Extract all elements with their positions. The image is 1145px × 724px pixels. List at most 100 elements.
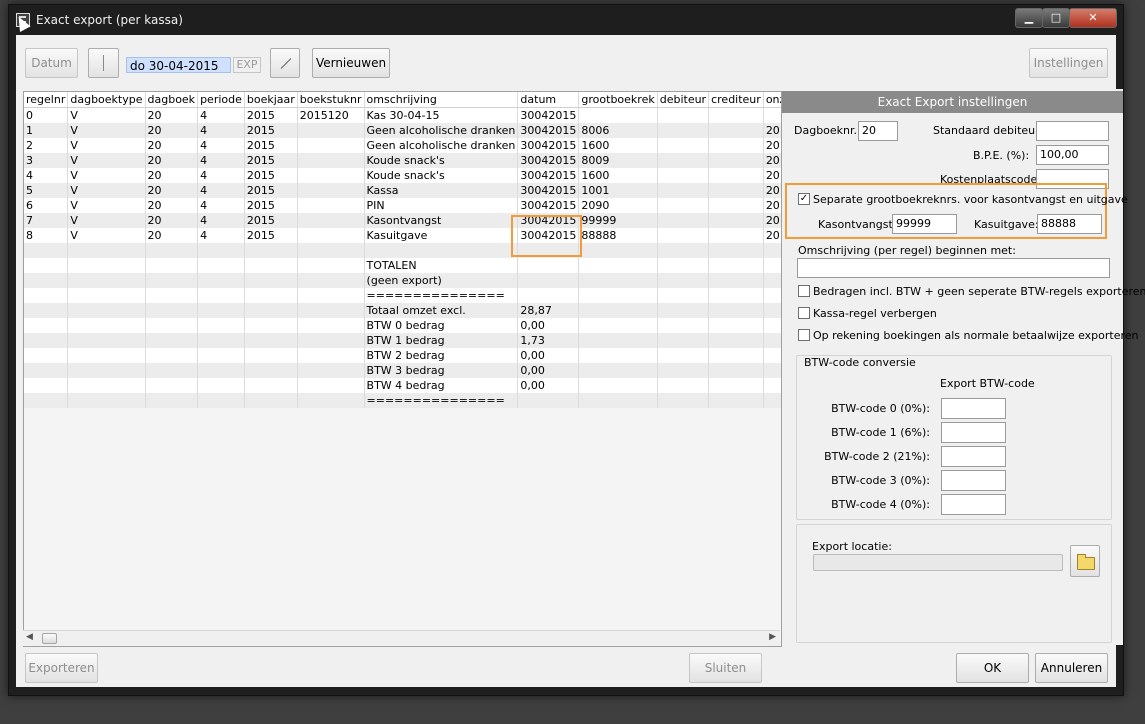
- opt3-checkbox[interactable]: [798, 329, 810, 341]
- table-cell[interactable]: [145, 273, 199, 288]
- table-cell[interactable]: [297, 318, 365, 333]
- table-cell[interactable]: 2015120: [763, 183, 781, 198]
- minimize-button[interactable]: ▁: [1015, 8, 1043, 28]
- table-cell[interactable]: 2: [24, 138, 69, 153]
- column-header-onzeref[interactable]: onzeref: [763, 92, 781, 108]
- table-cell[interactable]: V: [67, 183, 146, 198]
- table-cell[interactable]: [578, 333, 658, 348]
- table-cell[interactable]: [763, 363, 781, 378]
- table-cell[interactable]: 2015: [244, 213, 298, 228]
- table-cell[interactable]: 1600: [578, 138, 658, 153]
- table-cell[interactable]: [24, 273, 69, 288]
- column-header-periode[interactable]: periode: [197, 92, 245, 108]
- table-cell[interactable]: [708, 243, 764, 258]
- table-cell[interactable]: [244, 363, 298, 378]
- table-row[interactable]: 0 V 20 4 2015 2015120 Kas 30-04-15 30042015: [24, 107, 781, 123]
- table-cell[interactable]: [297, 198, 365, 213]
- kasontvangst-input[interactable]: 99999: [892, 214, 957, 234]
- table-row[interactable]: 4V2042015Koude snack's300420151600201512…: [24, 168, 781, 183]
- table-cell[interactable]: [578, 303, 658, 318]
- table-cell[interactable]: [364, 243, 519, 258]
- table-cell[interactable]: [145, 333, 199, 348]
- table-cell[interactable]: 1,73: [517, 333, 580, 348]
- table-row[interactable]: 3V2042015 Koude snack's300420158009 201512…: [24, 153, 781, 168]
- table-row[interactable]: 8V2042015Kasuitgave30042015888882015120+…: [24, 228, 781, 243]
- cancel-button[interactable]: Annuleren: [1035, 653, 1108, 683]
- dagboeknr-input[interactable]: 20: [858, 121, 898, 141]
- table-cell[interactable]: 20: [145, 138, 199, 153]
- table-cell[interactable]: [67, 393, 146, 408]
- table-cell[interactable]: [197, 333, 245, 348]
- table-cell[interactable]: BTW 4 bedrag: [364, 378, 519, 393]
- table-cell[interactable]: 2015: [244, 107, 298, 123]
- table-cell[interactable]: [297, 273, 365, 288]
- scroll-left-icon[interactable]: ◀: [26, 632, 33, 642]
- export-location-field[interactable]: [813, 554, 1063, 571]
- table-cell[interactable]: [297, 138, 365, 153]
- column-header-regelnr[interactable]: regelnr: [24, 92, 69, 108]
- table-cell[interactable]: [578, 318, 658, 333]
- table-cell[interactable]: [708, 273, 764, 288]
- table-cell[interactable]: [708, 168, 764, 183]
- date-picker-button[interactable]: [88, 48, 119, 78]
- table-cell[interactable]: 30042015: [517, 168, 580, 183]
- table-cell[interactable]: [197, 243, 245, 258]
- table-cell[interactable]: 0,00: [517, 318, 580, 333]
- table-cell[interactable]: [708, 138, 764, 153]
- close-window-button[interactable]: ✕: [1069, 8, 1117, 28]
- table-row[interactable]: 5V2042015Kassa3004201510012015120+34.25: [24, 183, 781, 198]
- table-cell[interactable]: BTW 2 bedrag: [364, 348, 519, 363]
- table-cell[interactable]: [657, 378, 710, 393]
- table-row[interactable]: BTW 3 bedrag 0,00: [24, 363, 781, 378]
- table-cell[interactable]: 0: [24, 107, 69, 123]
- table-cell[interactable]: 2090: [578, 198, 658, 213]
- table-cell[interactable]: 2015120: [763, 153, 781, 168]
- table-cell[interactable]: Kassa: [364, 183, 519, 198]
- table-cell[interactable]: [67, 363, 146, 378]
- table-cell[interactable]: [24, 393, 69, 408]
- table-cell[interactable]: [708, 333, 764, 348]
- table-cell[interactable]: 20: [145, 198, 199, 213]
- table-cell[interactable]: [197, 258, 245, 273]
- table-cell[interactable]: 4: [197, 123, 245, 138]
- btw-code-input[interactable]: [941, 422, 1006, 443]
- table-cell[interactable]: [657, 107, 710, 123]
- table-cell[interactable]: [67, 318, 146, 333]
- table-row[interactable]: [24, 243, 781, 258]
- table-cell[interactable]: [24, 318, 69, 333]
- table-cell[interactable]: 2015120: [763, 198, 781, 213]
- table-cell[interactable]: [578, 363, 658, 378]
- table-cell[interactable]: [297, 333, 365, 348]
- btw-code-input[interactable]: [941, 398, 1006, 419]
- table-cell[interactable]: [657, 198, 710, 213]
- table-row[interactable]: Totaal omzet excl. 28,87: [24, 303, 781, 318]
- table-cell[interactable]: [578, 378, 658, 393]
- maximize-button[interactable]: □: [1042, 8, 1070, 28]
- table-cell[interactable]: [763, 288, 781, 303]
- table-cell[interactable]: 2015: [244, 168, 298, 183]
- datum-button[interactable]: Datum: [25, 48, 78, 78]
- table-cell[interactable]: [657, 123, 710, 138]
- table-cell[interactable]: 4: [24, 168, 69, 183]
- table-cell[interactable]: [763, 273, 781, 288]
- table-cell[interactable]: [517, 288, 580, 303]
- table-cell[interactable]: [578, 288, 658, 303]
- table-cell[interactable]: [244, 288, 298, 303]
- table-cell[interactable]: [763, 243, 781, 258]
- table-cell[interactable]: 2015120: [763, 228, 781, 243]
- table-cell[interactable]: 1001: [578, 183, 658, 198]
- table-cell[interactable]: [297, 288, 365, 303]
- table-cell[interactable]: V: [67, 138, 146, 153]
- scroll-right-icon[interactable]: ▶: [769, 632, 776, 642]
- table-cell[interactable]: 2015120: [763, 213, 781, 228]
- table-cell[interactable]: TOTALEN: [364, 258, 519, 273]
- scrollbar-thumb[interactable]: [42, 633, 57, 644]
- table-cell[interactable]: [657, 228, 710, 243]
- table-cell[interactable]: 2015120: [297, 107, 365, 123]
- table-row[interactable]: TOTALEN: [24, 258, 781, 273]
- table-cell[interactable]: 2015: [244, 138, 298, 153]
- table-cell[interactable]: [578, 393, 658, 408]
- table-cell[interactable]: 4: [197, 138, 245, 153]
- table-cell[interactable]: [67, 378, 146, 393]
- opt1-checkbox[interactable]: [798, 285, 810, 297]
